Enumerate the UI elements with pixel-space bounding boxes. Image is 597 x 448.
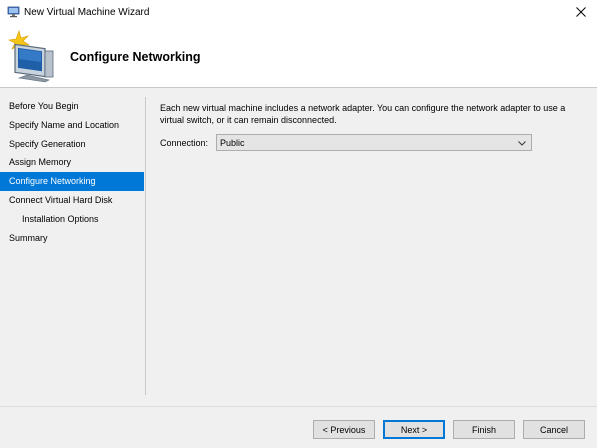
virtual-machine-wizard-icon	[8, 30, 54, 83]
connection-value: Public	[220, 138, 245, 148]
bottom-divider	[0, 406, 597, 407]
wizard-header: Configure Networking	[0, 24, 597, 88]
wizard-window: New Virtual Machine Wizard Configure Net…	[0, 0, 597, 448]
page-title: Configure Networking	[70, 50, 201, 64]
hyperv-app-icon	[7, 6, 20, 18]
next-button[interactable]: Next >	[383, 420, 445, 439]
window-title: New Virtual Machine Wizard	[24, 7, 150, 18]
nav-item-connect-virtual-hard-disk[interactable]: Connect Virtual Hard Disk	[0, 191, 145, 210]
chevron-down-icon	[518, 141, 526, 146]
close-button[interactable]	[565, 0, 597, 24]
networking-description: Each new virtual machine includes a netw…	[160, 103, 566, 125]
previous-button[interactable]: < Previous	[313, 420, 375, 439]
main-content: Each new virtual machine includes a netw…	[160, 102, 590, 151]
nav-item-specify-name-location[interactable]: Specify Name and Location	[0, 116, 145, 135]
connection-dropdown[interactable]: Public	[216, 134, 532, 151]
nav-item-summary[interactable]: Summary	[0, 229, 145, 248]
nav-item-assign-memory[interactable]: Assign Memory	[0, 153, 145, 172]
connection-row: Connection: Public	[160, 134, 590, 154]
close-icon	[576, 7, 586, 17]
nav-item-specify-generation[interactable]: Specify Generation	[0, 135, 145, 154]
nav-item-configure-networking[interactable]: Configure Networking	[0, 172, 144, 191]
finish-button[interactable]: Finish	[453, 420, 515, 439]
cancel-button[interactable]: Cancel	[523, 420, 585, 439]
wizard-steps-nav: Before You Begin Specify Name and Locati…	[0, 97, 146, 395]
nav-item-before-you-begin[interactable]: Before You Begin	[0, 97, 145, 116]
nav-item-installation-options[interactable]: Installation Options	[0, 210, 145, 229]
title-bar: New Virtual Machine Wizard	[0, 0, 597, 24]
connection-label: Connection:	[160, 138, 209, 148]
